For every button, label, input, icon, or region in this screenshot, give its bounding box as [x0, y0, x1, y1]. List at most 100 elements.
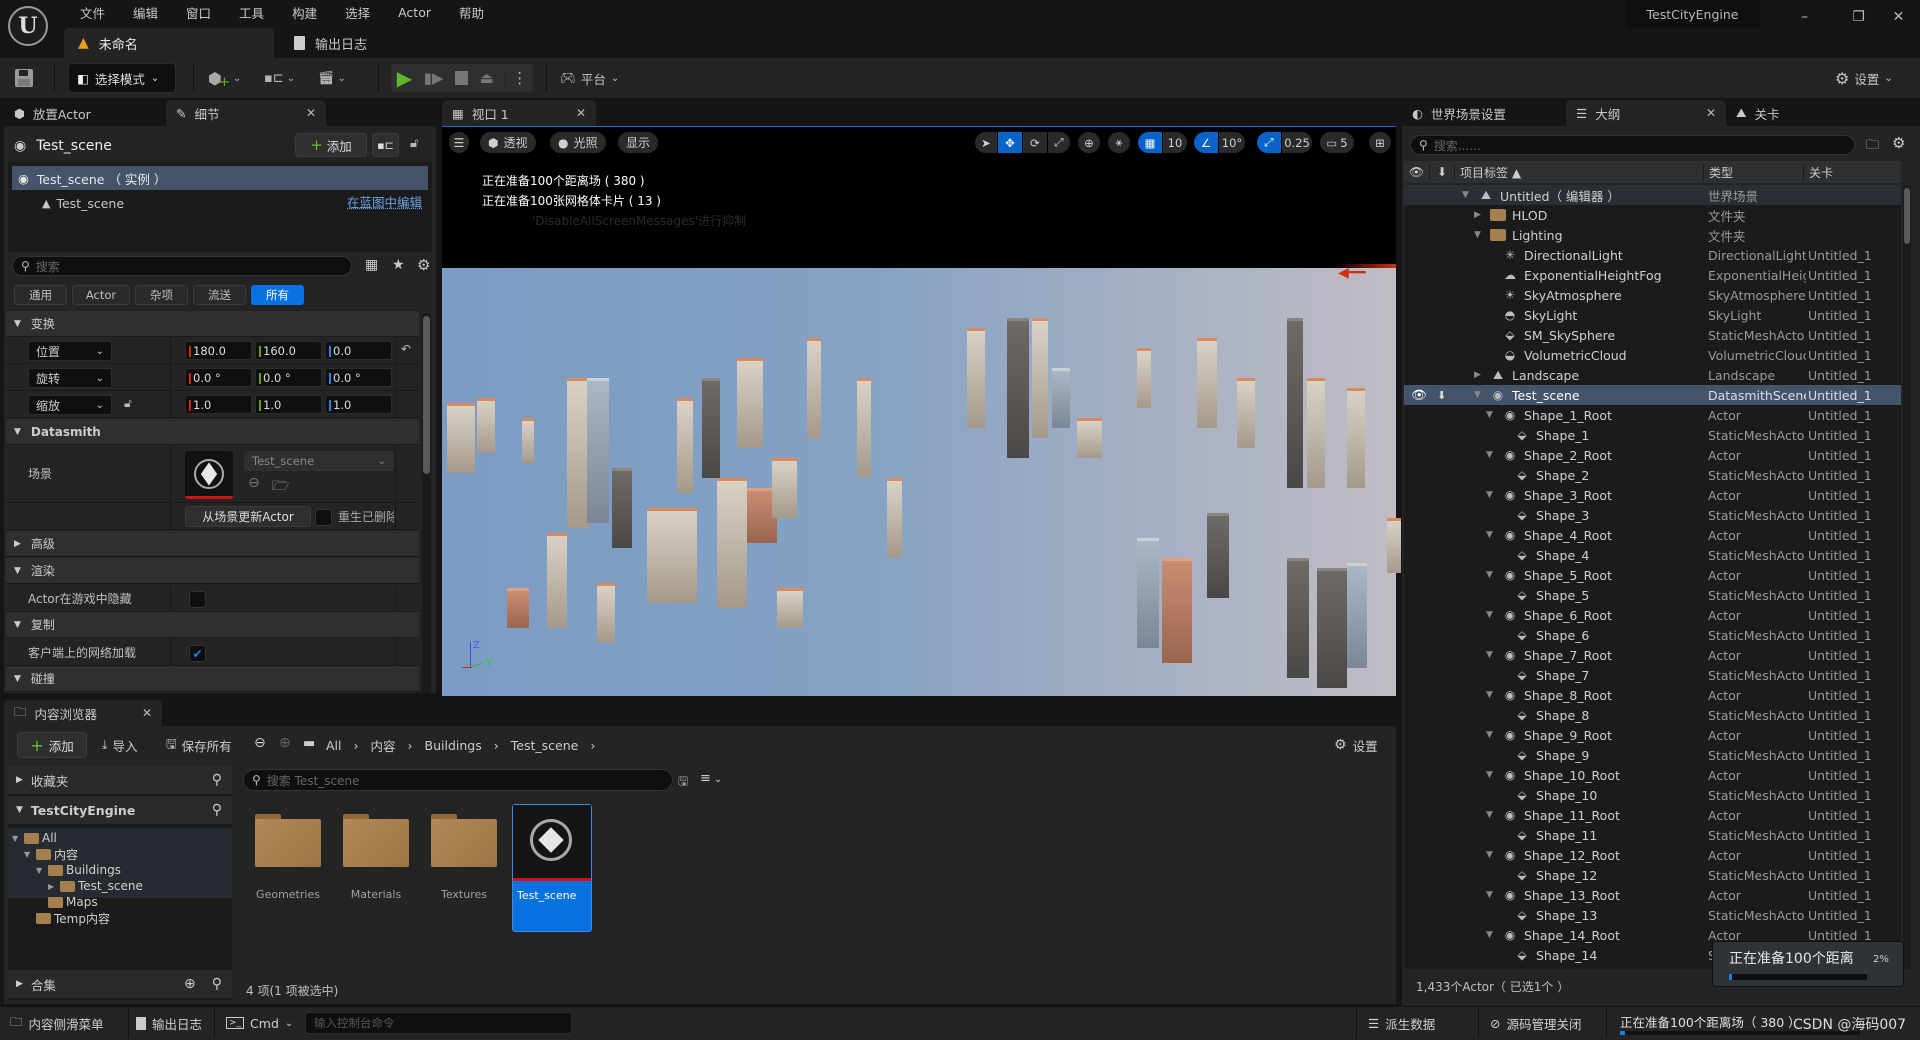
add-component-button[interactable]: + 添加 — [295, 133, 367, 157]
advance-frame-button[interactable]: ▮▶ — [424, 69, 444, 87]
outliner-row[interactable]: ⬙ Shape_5 StaticMeshActo Untitled_1 — [1404, 585, 1901, 605]
outliner-scrollbar-thumb[interactable] — [1904, 188, 1910, 244]
pin-column-icon[interactable]: ⬇ — [1430, 165, 1455, 179]
outliner-row[interactable]: ⬙ Shape_6 StaticMeshActo Untitled_1 — [1404, 625, 1901, 645]
platforms-dropdown[interactable]: 🎮︎ 平台 ⌄ — [560, 66, 619, 90]
blueprint-convert-button[interactable]: ▪⊏ — [372, 133, 399, 157]
outliner-search-input[interactable]: ⚲ 搜索...... — [1410, 135, 1855, 155]
output-log-button[interactable]: 输出日志 — [136, 1010, 202, 1036]
chevron-right-icon[interactable]: ▶ — [48, 882, 57, 891]
stop-button[interactable] — [454, 71, 468, 85]
close-icon[interactable]: ✕ — [306, 106, 316, 120]
gear-icon[interactable]: ⚙ — [417, 256, 430, 274]
filter-misc[interactable]: 杂项 — [135, 285, 188, 305]
restore-button[interactable]: ❐ — [1836, 0, 1881, 34]
outliner-row[interactable]: ▼ ◉ Shape_10_Root Actor Untitled_1 — [1404, 765, 1901, 785]
grid-snap-toggle[interactable]: ▦ — [1138, 132, 1162, 153]
surface-snap-toggle[interactable]: ⚹ — [1108, 132, 1130, 153]
breadcrumb-item[interactable]: 内容 — [371, 736, 396, 755]
outliner-row[interactable]: ⬙ Shape_13 StaticMeshActo Untitled_1 — [1404, 905, 1901, 925]
outliner-row[interactable]: ☀ SkyAtmosphere SkyAtmosphere Untitled_1 — [1404, 285, 1901, 305]
scale-x-field[interactable]: 1.0 — [185, 395, 252, 414]
outliner-row[interactable]: ▼ ◉ Shape_2_Root Actor Untitled_1 — [1404, 445, 1901, 465]
camera-speed-button[interactable]: ▭ 5 — [1320, 132, 1354, 153]
minimize-button[interactable]: – — [1782, 0, 1827, 34]
select-mode-dropdown[interactable]: ◧ 选择模式 ⌄ — [68, 63, 176, 93]
add-folder-icon[interactable]: 🗀︎ — [1866, 136, 1879, 158]
grid-snap-value[interactable]: 10 — [1163, 132, 1187, 153]
unreal-logo-icon[interactable]: U — [8, 6, 48, 46]
chevron-down-icon[interactable]: ▼ — [12, 834, 21, 843]
menu-actor[interactable]: Actor — [384, 5, 445, 20]
outliner-row[interactable]: ◒ VolumetricCloud VolumetricClouc Untitled_… — [1404, 345, 1901, 365]
translate-tool-button[interactable]: ✥ — [998, 132, 1022, 153]
chevron-down-icon[interactable]: ▼ — [1486, 650, 1496, 660]
chevron-down-icon[interactable]: ▼ — [1486, 530, 1496, 540]
perspective-button[interactable]: ⬢ 透视 — [480, 132, 536, 153]
tab-world-settings[interactable]: ◐ 世界场景设置 — [1402, 100, 1566, 126]
add-collection-icon[interactable]: ⊕ — [184, 976, 196, 992]
details-search-input[interactable]: ⚲ 搜索 — [12, 256, 352, 276]
visibility-icon[interactable]: 👁︎ — [1411, 387, 1427, 403]
blueprint-button[interactable]: ▪⊏ ⌄ — [264, 66, 295, 90]
source-control-button[interactable]: ⊘ 源码管理关闭 — [1490, 1010, 1582, 1036]
filter-general[interactable]: 通用 — [14, 285, 67, 305]
settings-dropdown[interactable]: ⚙ 设置 ⌄ — [1835, 66, 1893, 90]
play-options-button[interactable]: ⋮ — [505, 69, 527, 87]
outliner-row[interactable]: ⬙ Shape_10 StaticMeshActo Untitled_1 — [1404, 785, 1901, 805]
visibility-column-icon[interactable]: 👁︎ — [1404, 165, 1430, 179]
favorites-header[interactable]: ▶ 收藏夹 ⚲ — [8, 766, 232, 794]
section-datasmith[interactable]: ▼ Datasmith — [6, 419, 419, 445]
lighting-mode-button[interactable]: ● 光照 — [550, 132, 606, 153]
section-advanced[interactable]: ▶ 高级 — [6, 531, 419, 557]
scale-snap-toggle[interactable]: ⤢ — [1257, 132, 1281, 153]
rotation-mode-dropdown[interactable]: 旋转 ⌄ — [28, 368, 112, 388]
asset-datasmith-scene[interactable]: Test_scene — [512, 804, 592, 932]
outliner-row[interactable]: ▶ ⛰ Landscape Landscape Untitled_1 — [1404, 365, 1901, 385]
tab-content-browser[interactable]: 🗀︎ 内容浏览器 ✕ — [4, 700, 162, 726]
breadcrumb-item[interactable]: Buildings — [425, 738, 482, 753]
close-icon[interactable]: ✕ — [1706, 106, 1716, 120]
outliner-row[interactable]: ⬙ Shape_8 StaticMeshActo Untitled_1 — [1404, 705, 1901, 725]
chevron-down-icon[interactable]: ▼ — [1486, 410, 1496, 420]
search-icon[interactable]: ⚲ — [212, 976, 222, 992]
search-icon[interactable]: ⚲ — [212, 802, 222, 818]
tab-place-actors[interactable]: ⬢ 放置Actor — [4, 100, 166, 126]
outliner-scrollbar[interactable] — [1903, 185, 1911, 969]
rotation-snap-value[interactable]: 10° — [1219, 132, 1245, 153]
gear-icon[interactable]: ⚙ — [1892, 134, 1905, 152]
forward-icon[interactable]: ⊕ — [279, 735, 291, 751]
scale-mode-dropdown[interactable]: 缩放 ⌄ — [28, 395, 112, 415]
chevron-down-icon[interactable]: ▼ — [1486, 770, 1496, 780]
folder-tree-item[interactable]: Maps — [36, 894, 98, 910]
breadcrumb-item[interactable]: All — [326, 738, 342, 753]
outliner-row[interactable]: ◓ SkyLight SkyLight Untitled_1 — [1404, 305, 1901, 325]
outliner-row[interactable]: ⬙ Shape_9 StaticMeshActo Untitled_1 — [1404, 745, 1901, 765]
outliner-row[interactable]: ⬙ Shape_11 StaticMeshActo Untitled_1 — [1404, 825, 1901, 845]
outliner-row[interactable]: ⬙ Shape_4 StaticMeshActo Untitled_1 — [1404, 545, 1901, 565]
location-mode-dropdown[interactable]: 位置 ⌄ — [28, 341, 112, 361]
chevron-down-icon[interactable]: ▼ — [1486, 490, 1496, 500]
doc-tab-output-log[interactable]: 输出日志 — [280, 28, 440, 58]
tab-outliner[interactable]: ☰ 大纲 ✕ — [1566, 100, 1726, 126]
cmd-dropdown[interactable]: >_ Cmd ⌄ — [226, 1010, 293, 1036]
outliner-row[interactable]: ▼ ◉ Shape_6_Root Actor Untitled_1 — [1404, 605, 1901, 625]
folder-tree-item[interactable]: ▼ All — [12, 830, 57, 846]
chevron-right-icon[interactable]: ▶ — [1474, 370, 1484, 380]
location-y-field[interactable]: 160.0 — [255, 341, 322, 360]
menu-tools[interactable]: 工具 — [225, 3, 278, 22]
pin-icon[interactable]: ⬇ — [1437, 389, 1446, 402]
rotate-tool-button[interactable]: ⟳ — [1023, 132, 1047, 153]
filter-all[interactable]: 所有 — [251, 285, 304, 305]
rotation-snap-toggle[interactable]: ∠ — [1194, 132, 1218, 153]
column-level[interactable]: 关卡 — [1804, 164, 1833, 181]
star-icon[interactable]: ★ — [392, 257, 405, 273]
eject-button[interactable]: ⏏ — [479, 69, 493, 87]
close-window-button[interactable]: ✕ — [1876, 0, 1920, 34]
asset-folder[interactable]: Materials — [336, 804, 416, 932]
filter-dropdown[interactable]: ≡ ⌄ — [700, 771, 722, 786]
chevron-down-icon[interactable]: ▼ — [1462, 190, 1472, 200]
derived-data-button[interactable]: ☰ 派生数据 — [1368, 1010, 1435, 1036]
cinematics-button[interactable]: 🎬︎ ⌄ — [318, 66, 346, 90]
filter-actor[interactable]: Actor — [72, 285, 130, 305]
